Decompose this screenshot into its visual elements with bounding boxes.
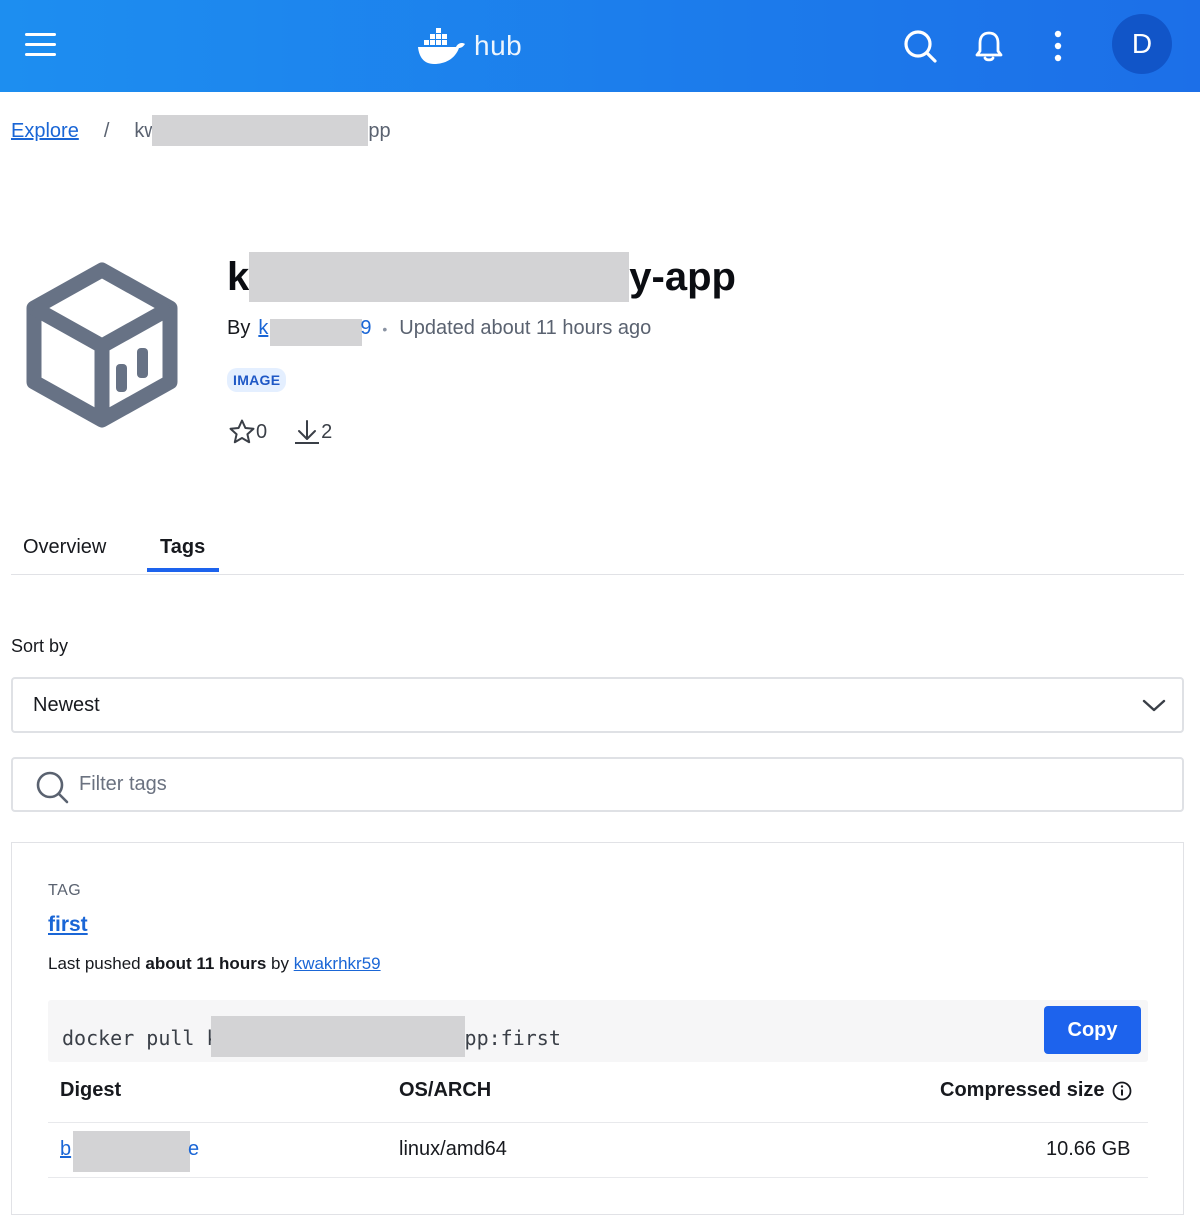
info-icon[interactable] <box>1111 1080 1133 1102</box>
repository-tabs: Overview Tags <box>11 530 1184 575</box>
last-pushed-info: Last pushed about 11 hours by kwakrhkr59 <box>48 954 381 974</box>
digest-link[interactable]: b e <box>60 1131 200 1172</box>
filter-tags-field[interactable] <box>11 757 1184 812</box>
digest-start: b <box>60 1138 72 1160</box>
compressed-size-cell: 10.66 GB <box>1046 1138 1131 1160</box>
breadcrumb-separator: / <box>103 119 110 142</box>
docker-whale-icon <box>418 28 465 64</box>
avatar[interactable]: D <box>1112 14 1172 74</box>
pull-command-box: docker pull k pp:first Copy <box>48 1000 1148 1062</box>
column-header-compressed-size: Compressed size <box>940 1079 1133 1102</box>
author-end: 9 <box>360 317 372 339</box>
repository-title-end: y-app <box>629 255 736 299</box>
repo-stats: 0 2 <box>228 418 332 446</box>
repository-title: k y-app <box>227 252 736 302</box>
sort-selected-value: Newest <box>33 693 100 716</box>
logo-text: hub <box>474 30 523 61</box>
pushed-time: about 11 hours <box>145 954 267 973</box>
redaction-block <box>249 252 630 302</box>
star-icon <box>229 419 255 444</box>
top-bar: hub D <box>0 0 1200 92</box>
image-badge: IMAGE <box>227 368 287 392</box>
by-label: By <box>227 317 251 339</box>
repository-title-start: k <box>227 255 250 299</box>
copy-button[interactable]: Copy <box>1044 1006 1141 1054</box>
table-divider <box>48 1122 1148 1123</box>
digest-cell: b e <box>60 1131 200 1172</box>
pull-command[interactable]: docker pull k pp:first <box>62 1016 561 1057</box>
search-icon <box>36 771 69 804</box>
updated-time: Updated about 11 hours ago <box>399 317 652 339</box>
download-icon <box>295 420 320 444</box>
pulls-count: 2 <box>321 420 333 443</box>
author-line: By k 9 • Updated about 11 hours ago <box>227 317 652 346</box>
tag-name-link[interactable]: first <box>48 913 88 937</box>
pushed-user-link[interactable]: kwakrhkr59 <box>294 954 381 973</box>
docker-hub-logo[interactable]: hub <box>416 24 522 68</box>
tag-card: TAG first Last pushed about 11 hours by … <box>11 842 1184 1215</box>
redaction-block <box>73 1131 190 1172</box>
breadcrumb-explore-link[interactable]: Explore <box>11 120 79 143</box>
breadcrumb-current-end: pp <box>368 119 391 142</box>
compressed-size-label: Compressed size <box>940 1079 1105 1101</box>
separator-dot: • <box>382 320 388 337</box>
hamburger-menu-icon[interactable] <box>22 26 60 64</box>
redaction-block <box>152 114 369 146</box>
stars-count: 0 <box>256 420 268 443</box>
more-vertical-icon[interactable] <box>1038 26 1078 66</box>
tag-label: TAG <box>48 882 82 899</box>
tab-overview[interactable]: Overview <box>23 536 106 559</box>
column-header-os-arch: OS/ARCH <box>399 1079 492 1101</box>
sort-select[interactable]: Newest <box>11 677 1184 733</box>
bell-icon[interactable] <box>969 26 1009 66</box>
breadcrumb-current: kw pp <box>134 114 391 146</box>
digest-end: e <box>188 1138 200 1160</box>
os-arch-cell: linux/amd64 <box>399 1138 507 1160</box>
tab-tags[interactable]: Tags <box>160 536 205 559</box>
redaction-block <box>270 319 363 346</box>
breadcrumb: Explore / kw pp <box>11 114 391 146</box>
author-link[interactable]: k 9 <box>258 317 372 346</box>
redaction-block <box>210 1016 465 1057</box>
pull-command-end: pp:first <box>464 1026 561 1050</box>
sort-label: Sort by <box>11 636 69 656</box>
author-start: k <box>258 317 269 339</box>
chevron-down-icon <box>1142 699 1166 712</box>
pushed-prefix: Last pushed <box>48 954 146 973</box>
table-divider <box>48 1177 1148 1178</box>
repository-cube-icon <box>26 262 178 428</box>
active-tab-indicator <box>147 568 219 572</box>
stars-stat[interactable]: 0 <box>228 418 267 446</box>
search-icon[interactable] <box>900 26 940 66</box>
column-header-digest: Digest <box>60 1079 122 1101</box>
pulls-stat: 2 <box>293 418 332 446</box>
pull-command-start: docker pull k <box>62 1026 219 1050</box>
filter-tags-input[interactable] <box>79 773 1079 796</box>
pushed-by: by <box>266 954 294 973</box>
